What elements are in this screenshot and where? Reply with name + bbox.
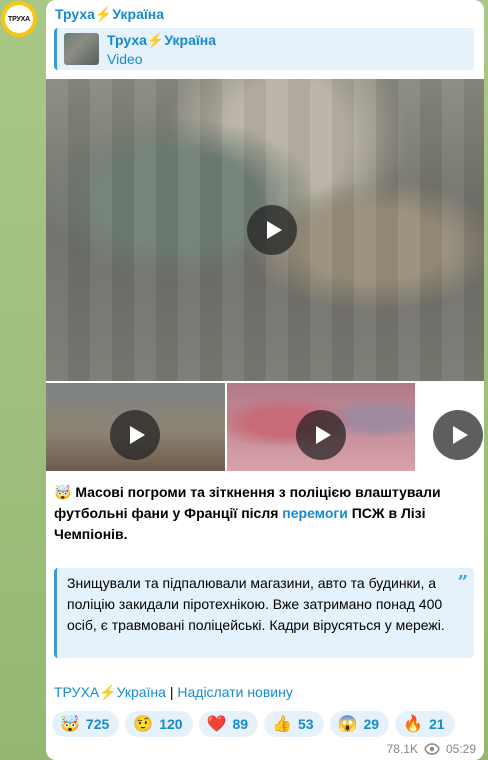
next-media-button[interactable] (433, 410, 483, 460)
reaction-count: 120 (159, 716, 183, 732)
quote-text: Знищували та підпалювали магазини, авто … (67, 575, 445, 633)
reaction-fire[interactable]: 🔥 21 (395, 711, 455, 737)
play-button-main[interactable] (247, 205, 297, 255)
send-news-link[interactable]: Надіслати новину (177, 684, 292, 700)
message-time: 05:29 (445, 742, 476, 756)
fire-icon: 🔥 (403, 716, 423, 733)
play-icon (266, 221, 282, 239)
quote-icon: ” (457, 572, 468, 593)
blockquote: Знищували та підпалювали магазини, авто … (54, 568, 474, 658)
footer-separator: | (165, 684, 178, 700)
reaction-count: 725 (85, 716, 110, 732)
play-icon (452, 426, 468, 444)
message-link[interactable]: перемоги (282, 505, 348, 521)
reply-title: Труха⚡Україна (107, 32, 217, 48)
footer-links: ТРУХА⚡Україна | Надіслати новину (54, 684, 293, 701)
play-button-thumb-1[interactable] (110, 410, 160, 460)
view-count: 78.1K (386, 742, 418, 756)
reaction-heart[interactable]: ❤️ 89 (198, 711, 259, 737)
avatar-text: ТРУХА (8, 15, 30, 23)
thumbs-up-icon: 👍 (272, 716, 292, 733)
message-bubble: Труха⚡Україна Труха⚡Україна Video 🤯 Масо… (46, 0, 484, 760)
reaction-exploding-head[interactable]: 🤯 725 (52, 711, 120, 737)
reply-subtitle: Video (107, 51, 143, 67)
reactions-bar: 🤯 725 🤨 120 ❤️ 89 👍 53 😱 29 🔥 21 (52, 711, 455, 737)
heart-icon: ❤️ (206, 716, 227, 733)
scream-icon: 😱 (337, 716, 358, 733)
exploding-head-icon: 🤯 (60, 716, 80, 733)
reaction-count: 89 (232, 716, 249, 732)
eye-icon (424, 743, 440, 755)
reaction-scream[interactable]: 😱 29 (329, 711, 390, 737)
play-button-thumb-2[interactable] (296, 410, 346, 460)
message-text: 🤯 Масові погроми та зіткнення з поліцією… (54, 482, 474, 545)
reaction-count: 29 (363, 716, 380, 732)
reaction-count: 53 (297, 716, 314, 732)
exploding-head-emoji: 🤯 (54, 484, 72, 500)
message-meta: 78.1K 05:29 (387, 742, 476, 756)
reply-thumbnail (64, 33, 99, 65)
play-icon (315, 426, 331, 444)
reply-preview[interactable]: Труха⚡Україна Video (54, 28, 474, 70)
channel-link[interactable]: ТРУХА⚡Україна (54, 684, 166, 700)
reaction-thumbs-up[interactable]: 👍 53 (264, 711, 324, 737)
reaction-raised-eyebrow[interactable]: 🤨 120 (125, 711, 193, 737)
play-icon (129, 426, 145, 444)
channel-avatar[interactable]: ТРУХА (1, 1, 37, 37)
reaction-count: 21 (428, 716, 445, 732)
channel-name[interactable]: Труха⚡Україна (55, 6, 164, 23)
raised-eyebrow-icon: 🤨 (133, 716, 154, 733)
